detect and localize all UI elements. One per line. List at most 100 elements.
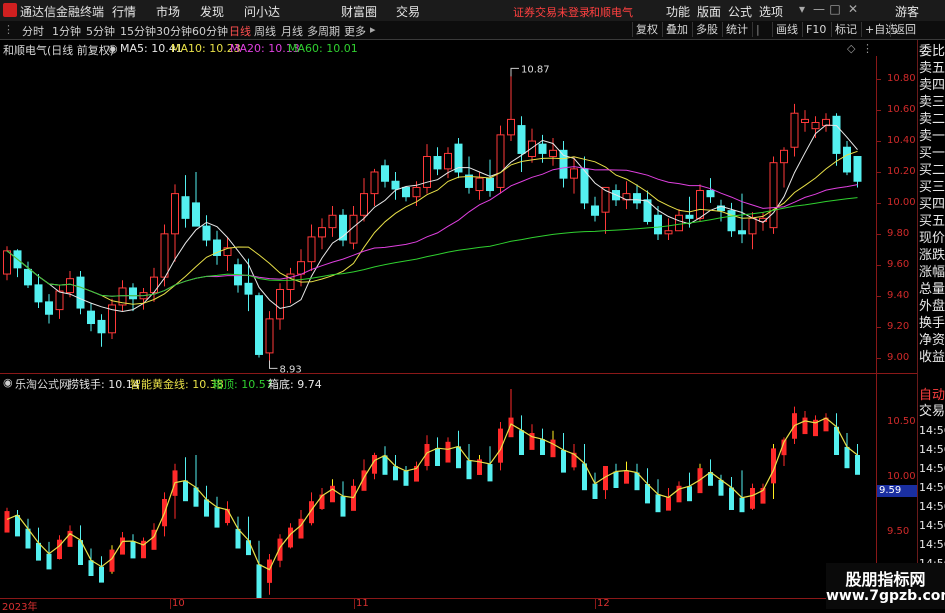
period-tab-multi[interactable]: 多周期 xyxy=(307,23,340,39)
y-tick-mark xyxy=(877,295,881,297)
y-tick-mark xyxy=(877,264,881,266)
period-tab-60min[interactable]: 60分钟 xyxy=(192,23,228,39)
side-label-1[interactable]: 卖五 xyxy=(919,61,945,77)
period-tab-daily[interactable]: 日线 xyxy=(229,23,251,39)
mark-button[interactable]: 标记 xyxy=(831,22,860,37)
side-label-3[interactable]: 卖三 xyxy=(919,95,945,111)
app-title: 通达信金融终端 xyxy=(20,5,105,19)
app-logo-icon xyxy=(3,3,17,17)
side-label-14[interactable]: 总量 xyxy=(919,282,945,298)
minimize-icon[interactable]: — xyxy=(812,2,826,17)
maximize-icon[interactable]: □ xyxy=(828,2,842,17)
side-time: 14:56 xyxy=(919,500,945,513)
menu-item-options[interactable]: 选项 xyxy=(759,3,783,20)
indicator-bar xyxy=(277,538,283,561)
y-tick-label: 10.80 xyxy=(887,73,916,85)
candle xyxy=(811,116,820,138)
candle-body xyxy=(738,230,746,235)
side-label-15[interactable]: 外盘 xyxy=(919,299,945,315)
menu-item-function[interactable]: 功能 xyxy=(666,3,690,20)
candle-body xyxy=(391,180,400,190)
side-label-2[interactable]: 卖四 xyxy=(919,78,945,94)
side-label-17[interactable]: 净资 xyxy=(919,333,945,349)
period-tab-30min[interactable]: 30分钟 xyxy=(156,23,192,39)
y-tick-mark xyxy=(877,357,881,359)
side-label-18[interactable]: 收益 xyxy=(919,350,945,366)
candle-body xyxy=(853,156,862,182)
candle-body xyxy=(780,149,788,164)
multi-stock-button[interactable]: 多股 xyxy=(692,22,721,37)
indicator-settings-icon[interactable]: ◉ xyxy=(108,42,118,55)
y-tick-label: 9.00 xyxy=(887,351,910,363)
indicator-bar xyxy=(288,527,293,548)
candle xyxy=(391,171,400,200)
trade-login-warning[interactable]: 证券交易未登录 xyxy=(513,4,590,20)
adjust-button[interactable]: 复权 xyxy=(632,22,661,37)
sub-settings-icon[interactable]: ◉ xyxy=(3,376,13,389)
candle-body xyxy=(664,230,673,235)
draw-line-button[interactable]: 画线 xyxy=(772,22,801,37)
indicator-bar xyxy=(351,485,356,511)
side-label-6[interactable]: 买一 xyxy=(919,146,945,162)
panel-collapse-icon[interactable]: ◇ xyxy=(847,42,855,55)
f10-button[interactable]: F10 xyxy=(802,22,829,37)
side-label-9[interactable]: 买四 xyxy=(919,197,945,213)
ma60-label: MA60: 10.01 xyxy=(288,42,358,55)
menu-item-formula[interactable]: 公式 xyxy=(728,3,752,20)
side-label-12[interactable]: 涨跌 xyxy=(919,248,945,264)
candle-body xyxy=(160,233,169,278)
side-label-20[interactable]: 交易 xyxy=(919,404,945,420)
candle xyxy=(454,137,463,179)
back-button[interactable]: 返回 xyxy=(890,22,919,37)
indicator-chart[interactable] xyxy=(0,389,917,598)
candle-body xyxy=(381,165,389,182)
panel-divider xyxy=(0,373,917,374)
close-icon[interactable]: ✕ xyxy=(846,2,860,17)
candlestick-chart[interactable]: 10.87 8.93 xyxy=(0,56,917,373)
candle xyxy=(108,298,116,339)
candle-body xyxy=(685,214,694,219)
period-tab-15min[interactable]: 15分钟 xyxy=(120,23,156,39)
side-label-19[interactable]: 自动 xyxy=(919,388,945,404)
sub-current-value: 9.59 xyxy=(877,485,917,497)
period-tab-intraday[interactable]: 分时 xyxy=(22,23,44,39)
period-tab-1min[interactable]: 1分钟 xyxy=(52,23,81,39)
menu-dropdown-icon[interactable]: ▾ xyxy=(795,2,809,17)
candle xyxy=(643,190,652,225)
side-label-7[interactable]: 买二 xyxy=(919,163,945,179)
y-tick-label: 10.20 xyxy=(887,165,916,177)
side-label-8[interactable]: 买三 xyxy=(919,180,945,196)
side-label-13[interactable]: 涨幅 xyxy=(919,265,945,281)
panel-menu-icon[interactable]: ⋮ xyxy=(862,42,873,55)
indicator-bar xyxy=(613,471,619,488)
candle xyxy=(633,184,641,210)
side-label-0[interactable]: 委比 xyxy=(919,44,945,60)
overlay-button[interactable]: 叠加 xyxy=(662,22,691,37)
candle-body xyxy=(517,125,526,154)
candle-body xyxy=(265,318,274,354)
period-tab-monthly[interactable]: 月线 xyxy=(281,23,303,39)
menu-item-discover[interactable]: 发现 xyxy=(200,3,224,20)
side-label-4[interactable]: 卖二 xyxy=(919,112,945,128)
side-label-16[interactable]: 换手 xyxy=(919,316,945,332)
menu-item-trade[interactable]: 交易 xyxy=(396,3,420,20)
side-label-11[interactable]: 现价 xyxy=(919,231,945,247)
candle xyxy=(801,110,809,132)
candle xyxy=(570,156,578,194)
menu-item-wealth[interactable]: 财富圈 xyxy=(341,3,377,20)
menu-item-ask[interactable]: 问小达 xyxy=(244,3,280,20)
candle-body xyxy=(591,205,599,216)
menu-item-quotes[interactable]: 行情 xyxy=(112,3,136,20)
period-tab-more[interactable]: 更多 xyxy=(344,23,366,39)
more-chevron-icon[interactable]: ▸ xyxy=(370,23,376,36)
side-label-5[interactable]: 卖一 xyxy=(919,129,945,145)
side-label-10[interactable]: 买五 xyxy=(919,214,945,230)
period-tab-5min[interactable]: 5分钟 xyxy=(86,23,115,39)
indicator-bar xyxy=(645,484,650,504)
period-tab-weekly[interactable]: 周线 xyxy=(254,23,276,39)
candle xyxy=(790,103,799,157)
statistics-button[interactable]: 统计 xyxy=(722,22,751,37)
menu-item-layout[interactable]: 版面 xyxy=(697,3,721,20)
menu-item-market[interactable]: 市场 xyxy=(156,3,180,20)
guest-user-label[interactable]: 游客 xyxy=(895,3,919,20)
